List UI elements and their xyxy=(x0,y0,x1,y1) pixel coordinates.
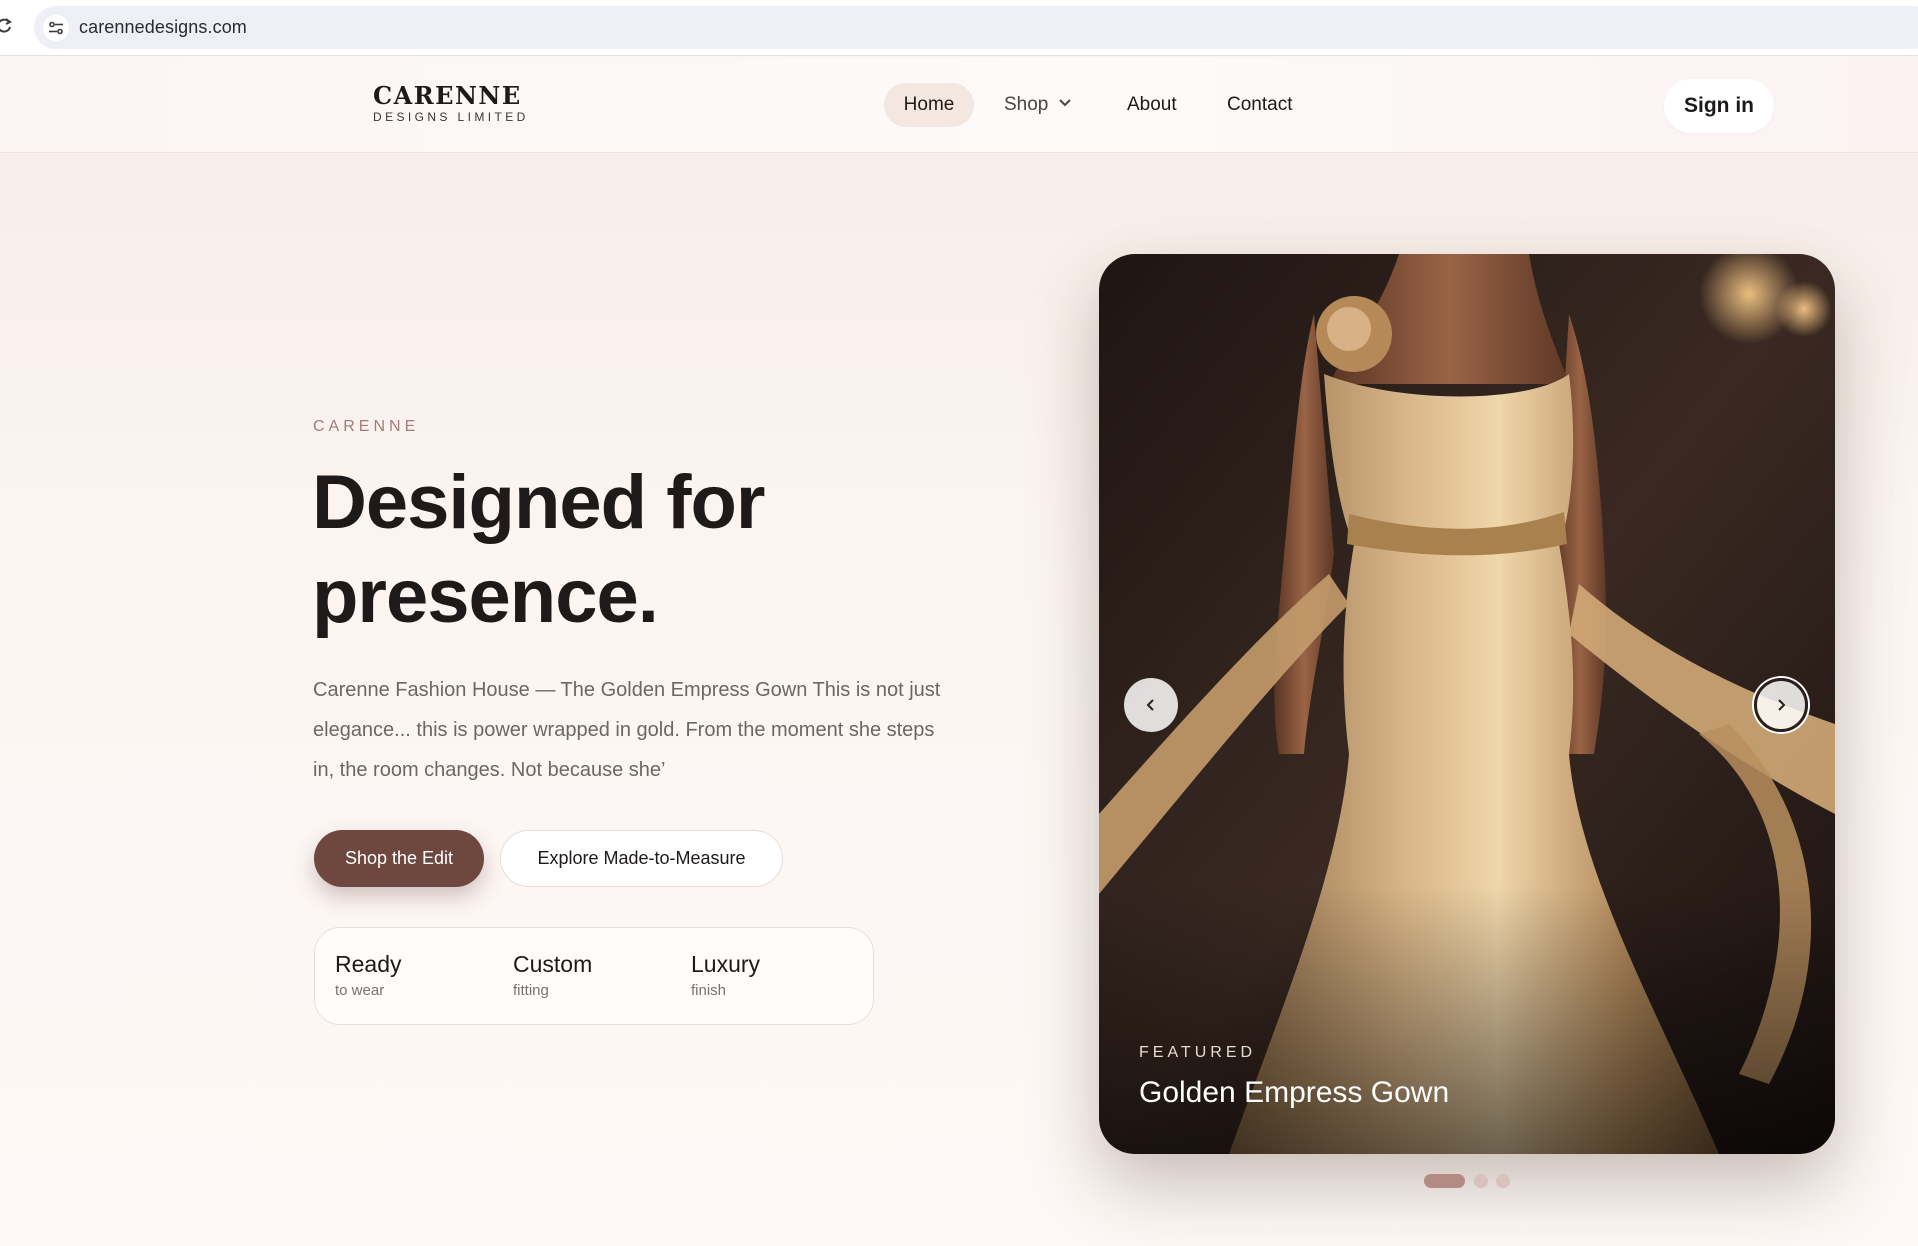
carousel-next-button[interactable] xyxy=(1754,678,1808,732)
feature-strip: Ready to wear Custom fitting Luxury fini… xyxy=(314,927,874,1025)
chevron-down-icon xyxy=(1059,99,1072,107)
feature-custom: Custom fitting xyxy=(513,950,592,999)
feature-title: Ready xyxy=(335,951,402,977)
nav-contact[interactable]: Contact xyxy=(1227,83,1292,127)
carousel-prev-button[interactable] xyxy=(1124,678,1178,732)
site-info-icon[interactable] xyxy=(43,15,69,41)
hero-description: Carenne Fashion House — The Golden Empre… xyxy=(313,679,941,781)
hero-eyebrow: CARENNE xyxy=(313,418,420,435)
hero-section: CARENNE Designed for presence. Carenne F… xyxy=(0,154,1918,1246)
site-header: CARENNE DESIGNS LIMITED Home Shop About … xyxy=(0,57,1918,153)
feature-ready: Ready to wear xyxy=(335,950,401,999)
logo-name: CARENNE xyxy=(373,81,522,110)
logo-subtitle: DESIGNS LIMITED xyxy=(373,110,529,124)
nav-home[interactable]: Home xyxy=(884,83,974,127)
carousel-dot-active[interactable] xyxy=(1424,1174,1465,1188)
browser-toolbar: carennedesigns.com xyxy=(0,0,1918,56)
feature-subtitle: to wear xyxy=(335,982,385,999)
reload-icon[interactable] xyxy=(0,16,14,36)
featured-title: Golden Empress Gown xyxy=(1139,1076,1450,1109)
feature-title: Luxury xyxy=(691,951,761,977)
address-bar[interactable]: carennedesigns.com xyxy=(34,6,1918,49)
featured-carousel[interactable]: FEATURED Golden Empress Gown xyxy=(1099,254,1835,1154)
nav-shop-label: Shop xyxy=(1004,94,1049,115)
featured-label: FEATURED xyxy=(1139,1044,1257,1061)
chevron-right-icon xyxy=(1778,699,1786,711)
sign-in-button[interactable]: Sign in xyxy=(1664,79,1774,133)
explore-made-to-measure-button[interactable]: Explore Made-to-Measure xyxy=(500,830,783,887)
carousel-dot[interactable] xyxy=(1496,1174,1510,1188)
logo[interactable]: CARENNE DESIGNS LIMITED xyxy=(373,81,529,125)
carousel-dot[interactable] xyxy=(1474,1174,1488,1188)
feature-title: Custom xyxy=(513,951,593,977)
hero-title: Designed for presence. xyxy=(312,460,766,639)
gown-image xyxy=(1099,254,1835,1154)
url-text[interactable]: carennedesigns.com xyxy=(79,17,247,38)
nav-shop[interactable]: Shop xyxy=(1004,83,1072,127)
feature-luxury: Luxury finish xyxy=(691,950,760,999)
feature-subtitle: finish xyxy=(691,982,727,999)
feature-subtitle: fitting xyxy=(513,982,549,999)
chevron-left-icon xyxy=(1146,699,1154,711)
shop-the-edit-button[interactable]: Shop the Edit xyxy=(314,830,484,887)
nav-about[interactable]: About xyxy=(1127,83,1177,127)
